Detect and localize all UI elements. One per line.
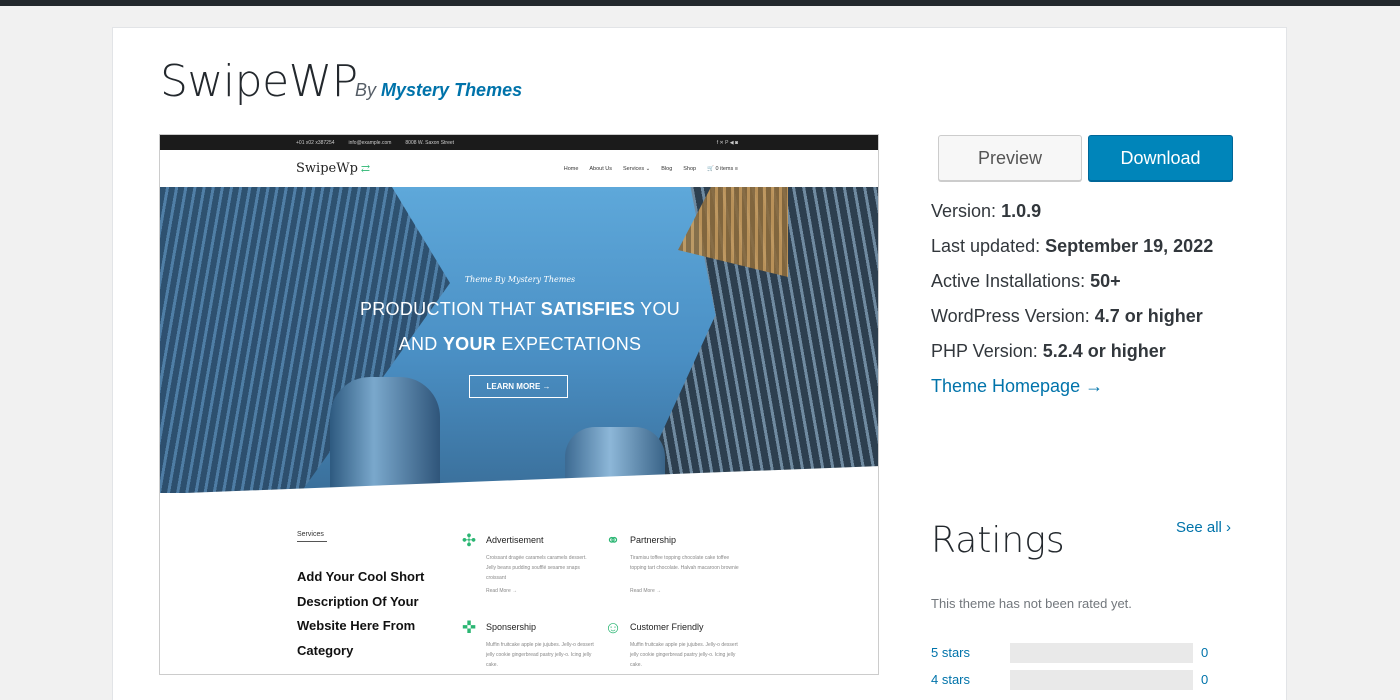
download-button[interactable]: Download <box>1088 135 1233 181</box>
shot-phone: +01 x02 x387254 <box>296 139 335 146</box>
network-icon: ✣ <box>461 531 477 550</box>
handshake-icon: ⚭ <box>605 531 621 550</box>
shot-email: info@example.com <box>348 139 392 146</box>
by-label: By <box>355 80 377 100</box>
rating-bar <box>1010 670 1193 690</box>
rating-row-4-stars: 4 stars 0 <box>931 670 1231 690</box>
not-rated-text: This theme has not been rated yet. <box>931 596 1132 611</box>
menu-icon: ≡ <box>734 165 738 172</box>
rating-count: 0 <box>1201 645 1209 660</box>
swap-arrows-icon: ⇄ <box>360 162 371 175</box>
shot-menu-item: Home <box>563 165 579 172</box>
shot-menu-item: Services ⌄ <box>623 165 651 172</box>
theme-homepage-link[interactable]: Theme Homepage → <box>931 376 1103 397</box>
theme-byline: By Mystery Themes <box>355 80 522 101</box>
shot-social-icons: f ✕ P ◀ ◙ <box>716 139 738 146</box>
theme-screenshot: +01 x02 x387254 info@example.com 8008 W.… <box>159 134 879 675</box>
building-round-left <box>330 377 440 493</box>
shot-menu: Home About Us Services ⌄ Blog Shop 🛒 0 i… <box>564 166 738 172</box>
shot-services: Services Add Your Cool Short Description… <box>297 531 739 668</box>
preview-button[interactable]: Preview <box>938 135 1082 181</box>
meta-last-updated: Last updated: September 19, 2022 <box>931 236 1214 256</box>
shot-menu-item: About Us <box>589 165 613 172</box>
shot-address: 8008 W. Saxon Street <box>405 139 455 146</box>
shot-hero: Theme By Mystery Themes PRODUCTION THAT … <box>160 187 878 493</box>
rating-row-5-stars: 5 stars 0 <box>931 643 1231 663</box>
customer-icon: ☺ <box>604 618 622 637</box>
shot-topbar: +01 x02 x387254 info@example.com 8008 W.… <box>160 135 878 150</box>
services-heading: Add Your Cool Short Description Of Your … <box>297 569 425 658</box>
hero-line-1: PRODUCTION THAT SATISFIES YOU <box>359 299 681 319</box>
hero-line-2: AND YOUR EXPECTATIONS <box>398 334 642 354</box>
meta-active-installations: Active Installations: 50+ <box>931 271 1121 291</box>
cart-icon: 🛒 <box>707 165 714 172</box>
ratings-title: Ratings <box>931 520 1065 561</box>
rating-bar <box>1010 643 1193 663</box>
rating-count: 0 <box>1201 672 1209 687</box>
meta-wordpress-version: WordPress Version: 4.7 or higher <box>931 306 1203 326</box>
shot-cart: 🛒 0 items ≡ <box>707 165 738 172</box>
rating-stars-link[interactable]: 5 stars <box>931 645 970 660</box>
shot-nav: SwipeWp ⇄ Home About Us Services ⌄ Blog S… <box>160 150 878 187</box>
services-label: Services <box>297 531 327 542</box>
shot-menu-item: Shop <box>683 165 697 172</box>
shot-logo: SwipeWp ⇄ <box>296 161 371 176</box>
sponsor-icon: ✜ <box>461 618 477 637</box>
admin-top-bar <box>0 0 1400 6</box>
theme-title: SwipeWP <box>160 56 358 107</box>
see-all-ratings-link[interactable]: See all › <box>1176 519 1231 536</box>
rating-stars-link[interactable]: 4 stars <box>931 672 970 687</box>
author-link[interactable]: Mystery Themes <box>381 80 522 100</box>
shot-menu-item: Blog <box>661 165 673 172</box>
meta-php-version: PHP Version: 5.2.4 or higher <box>931 341 1166 361</box>
hero-learn-more: LEARN MORE → <box>469 375 568 398</box>
meta-version: Version: 1.0.9 <box>931 201 1042 221</box>
hero-subtitle: Theme By Mystery Themes <box>464 275 576 284</box>
